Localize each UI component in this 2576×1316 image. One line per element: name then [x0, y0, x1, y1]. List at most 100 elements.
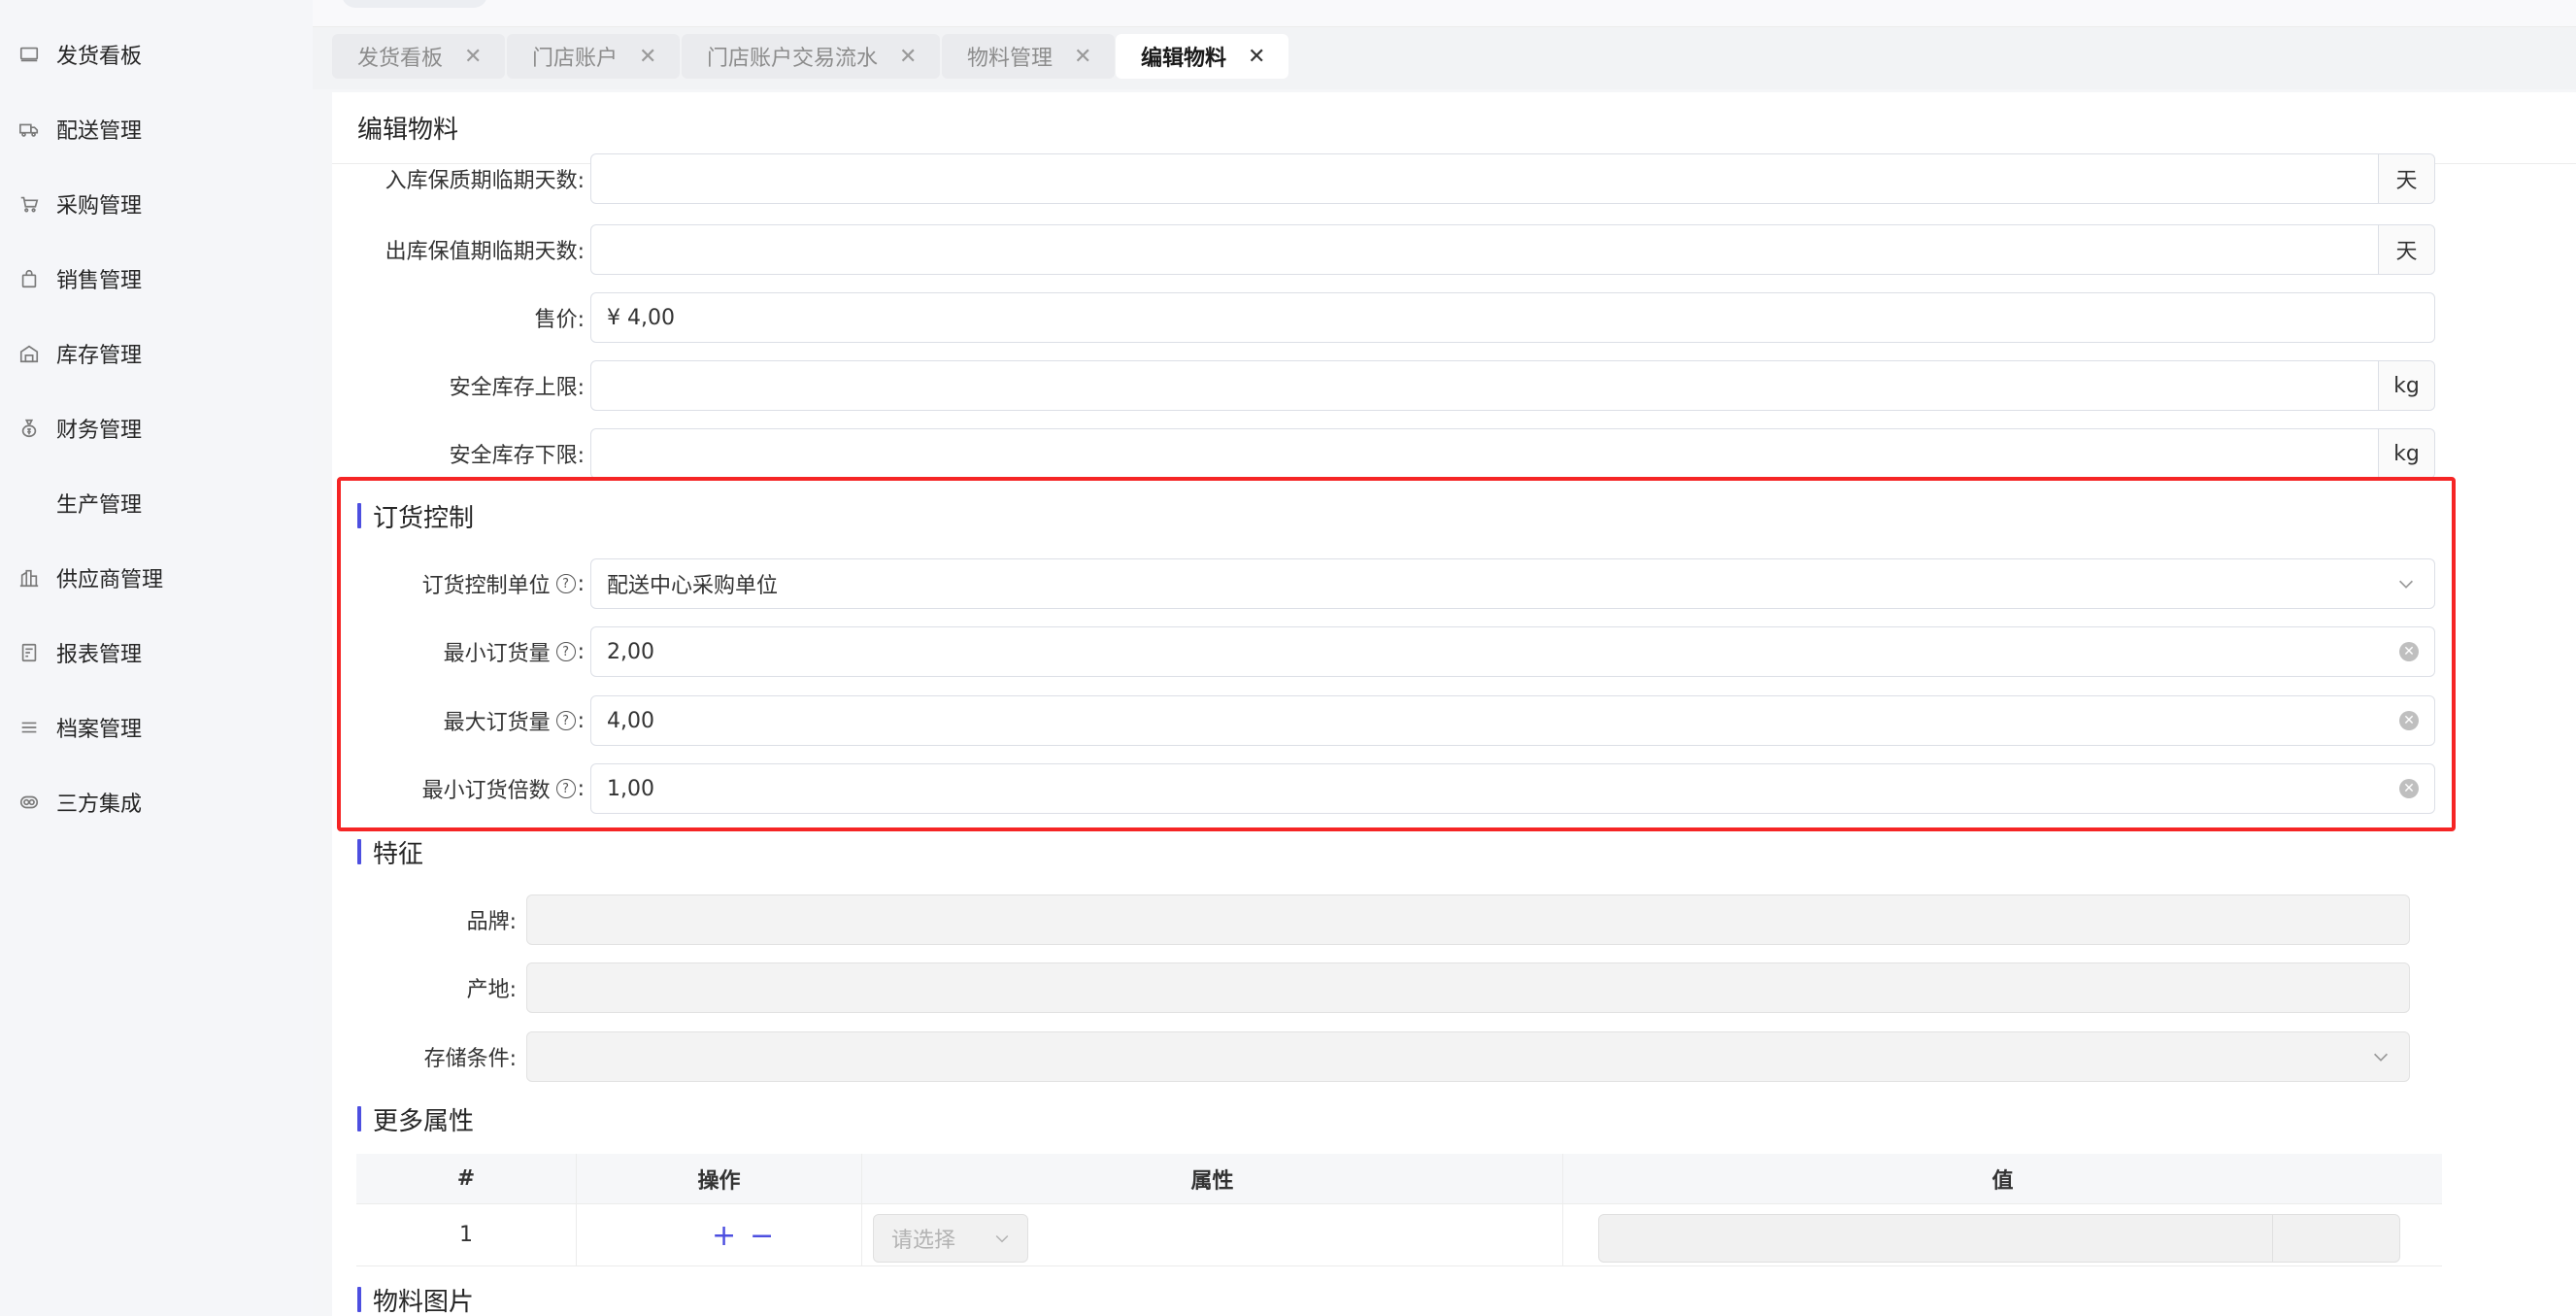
clear-icon[interactable]: ✕ — [2399, 779, 2419, 798]
section-title-order-control: 订货控制 — [357, 498, 474, 533]
safety-stock-upper-input[interactable]: kg — [590, 360, 2435, 411]
sidebar-item-archive[interactable]: 档案管理 — [17, 708, 142, 747]
field-label: 最小订货量?: — [443, 639, 585, 667]
attribute-select[interactable]: 请选择 — [873, 1214, 1028, 1263]
sidebar-item-integration[interactable]: 三方集成 — [17, 783, 142, 822]
min-order-qty-input[interactable]: 2,00 ✕ — [590, 626, 2435, 677]
max-order-qty-input[interactable]: 4,00 ✕ — [590, 695, 2435, 746]
safety-stock-lower-input[interactable]: kg — [590, 428, 2435, 479]
sidebar-item-delivery[interactable]: 配送管理 — [17, 110, 142, 149]
section-accent-bar — [357, 503, 361, 528]
help-icon[interactable]: ? — [555, 711, 576, 730]
sidebar-item-label: 报表管理 — [56, 643, 143, 667]
form-row-safety-upper: 安全库存上限: — [332, 360, 585, 411]
price-input[interactable]: ¥ 4,00 — [590, 292, 2435, 343]
sidebar-item-finance[interactable]: 财务管理 — [17, 409, 142, 448]
section-accent-bar — [357, 1106, 361, 1131]
close-icon[interactable]: ✕ — [1074, 45, 1091, 69]
clear-icon[interactable]: ✕ — [2399, 642, 2419, 661]
sidebar-item-shipping-board[interactable]: 发货看板 — [17, 35, 142, 74]
sidebar-item-label: 销售管理 — [56, 269, 143, 293]
field-label: 存储条件: — [423, 1047, 517, 1071]
tab-label: 物料管理 — [967, 47, 1054, 71]
section-title-more-attributes: 更多属性 — [357, 1101, 474, 1136]
tab-store-account[interactable]: 门店账户 ✕ — [507, 34, 681, 79]
origin-input[interactable] — [526, 962, 2410, 1013]
order-unit-select[interactable]: 配送中心采购单位 — [590, 558, 2435, 609]
add-row-button[interactable]: + — [712, 1204, 736, 1266]
field-label: 最小订货倍数?: — [421, 776, 585, 804]
sidebar-item-inventory[interactable]: 库存管理 — [17, 334, 142, 373]
help-icon[interactable]: ? — [555, 574, 576, 593]
help-icon[interactable]: ? — [555, 779, 576, 798]
sidebar-item-production[interactable]: 生产管理 — [17, 484, 142, 523]
header-pill[interactable] — [342, 0, 487, 8]
remove-row-button[interactable]: − — [750, 1204, 774, 1266]
field-label: 品牌: — [466, 910, 517, 934]
column-header: 操作 — [577, 1154, 862, 1203]
column-header: 属性 — [862, 1154, 1563, 1203]
tab-material-management[interactable]: 物料管理 ✕ — [942, 34, 1116, 79]
help-icon[interactable]: ? — [555, 642, 576, 661]
page-title: 编辑物料 — [357, 116, 459, 145]
select-value: 配送中心采购单位 — [607, 574, 779, 598]
tab-label: 门店账户 — [532, 47, 619, 71]
building-icon — [17, 566, 41, 590]
sidebar-item-label: 供应商管理 — [56, 568, 164, 592]
sidebar-item-label: 财务管理 — [56, 419, 143, 443]
tab-edit-material[interactable]: 编辑物料 ✕ — [1116, 34, 1289, 79]
sidebar-item-label: 库存管理 — [56, 344, 143, 368]
unit-suffix: kg — [2378, 429, 2434, 478]
section-title-text: 物料图片 — [373, 1287, 475, 1316]
form-row-safety-lower: 安全库存下限: — [332, 428, 585, 479]
close-icon[interactable]: ✕ — [464, 45, 482, 69]
tab-label: 发货看板 — [357, 47, 444, 71]
attribute-value-input[interactable] — [1598, 1214, 2400, 1263]
section-title-text: 订货控制 — [373, 503, 475, 533]
inbound-expiry-days-input[interactable]: 天 — [590, 153, 2435, 204]
cart-icon — [17, 192, 41, 216]
field-label: 安全库存下限: — [449, 444, 585, 468]
close-icon[interactable]: ✕ — [899, 45, 917, 69]
truck-icon — [17, 118, 41, 141]
field-label: 最大订货量?: — [443, 708, 585, 736]
brand-input[interactable] — [526, 894, 2410, 945]
warehouse-icon — [17, 342, 41, 365]
column-header: # — [356, 1154, 577, 1203]
row-index: 1 — [356, 1204, 577, 1265]
field-value: 2,00 — [607, 639, 654, 664]
section-title-text: 更多属性 — [373, 1106, 475, 1136]
storage-condition-select[interactable] — [526, 1031, 2410, 1082]
bag-icon — [17, 267, 41, 290]
sidebar: 发货看板 配送管理 采购管理 销售管理 库存管理 财务管理 生产管理 供应商管理… — [0, 0, 313, 1316]
outbound-expiry-days-input[interactable]: 天 — [590, 224, 2435, 275]
sidebar-item-reports[interactable]: 报表管理 — [17, 633, 142, 672]
min-order-multiple-input[interactable]: 1,00 ✕ — [590, 763, 2435, 814]
top-header — [313, 0, 2576, 27]
tab-shipping-board[interactable]: 发货看板 ✕ — [332, 34, 506, 79]
form-row-storage: 存储条件: — [332, 1031, 517, 1082]
tab-label: 门店账户交易流水 — [707, 47, 879, 71]
unit-suffix: 天 — [2378, 154, 2434, 203]
close-icon[interactable]: ✕ — [639, 45, 656, 69]
chevron-down-icon — [995, 1234, 1009, 1243]
field-value: 4,00 — [607, 708, 654, 733]
money-bag-icon — [17, 417, 41, 440]
column-header: 值 — [1991, 1168, 2014, 1194]
sidebar-item-label: 配送管理 — [56, 119, 143, 144]
clear-icon[interactable]: ✕ — [2399, 711, 2419, 730]
chevron-down-icon — [2370, 1046, 2392, 1067]
monitor-icon — [17, 43, 41, 66]
sidebar-item-purchase[interactable]: 采购管理 — [17, 185, 142, 223]
form-row-inbound-expiry: 入库保质期临期天数: — [332, 153, 585, 204]
tab-store-transactions[interactable]: 门店账户交易流水 ✕ — [682, 34, 941, 79]
form-row-min-qty: 最小订货量?: — [332, 626, 585, 677]
form-row-max-qty: 最大订货量?: — [332, 695, 585, 746]
sidebar-item-label: 生产管理 — [56, 493, 143, 518]
unit-suffix: 天 — [2378, 225, 2434, 274]
close-icon[interactable]: ✕ — [1248, 45, 1265, 69]
sidebar-item-sales[interactable]: 销售管理 — [17, 259, 142, 298]
sidebar-item-supplier[interactable]: 供应商管理 — [17, 558, 163, 597]
tab-bar: 发货看板 ✕ 门店账户 ✕ 门店账户交易流水 ✕ 物料管理 ✕ 编辑物料 ✕ — [313, 27, 2576, 89]
field-label: 订货控制单位?: — [421, 571, 585, 599]
